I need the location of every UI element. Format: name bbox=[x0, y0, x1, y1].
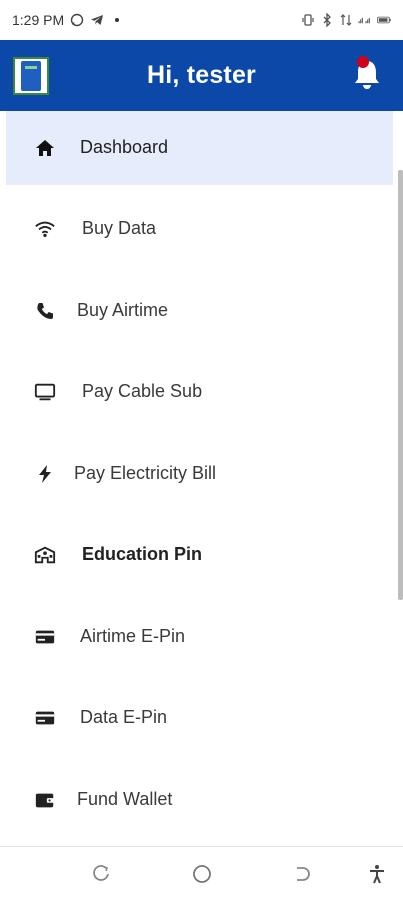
wallet-icon bbox=[34, 789, 56, 811]
card-icon bbox=[34, 707, 56, 729]
wifi-icon bbox=[34, 218, 56, 240]
accessibility-icon[interactable] bbox=[366, 863, 388, 885]
menu-label-buy-airtime: Buy Airtime bbox=[77, 300, 169, 320]
phone-icon bbox=[34, 300, 56, 322]
menu-item-pay-cable-sub[interactable]: Pay Cable Sub bbox=[6, 355, 393, 429]
telegram-icon bbox=[90, 13, 104, 27]
recents-icon[interactable] bbox=[90, 863, 112, 885]
battery-icon bbox=[377, 13, 391, 27]
status-bar: 1:29 PM bbox=[0, 0, 403, 40]
home-icon bbox=[34, 137, 56, 159]
system-navigation-bar bbox=[0, 846, 403, 900]
menu-item-data-e-pin[interactable]: Data E-Pin bbox=[6, 681, 393, 755]
notification-badge bbox=[357, 56, 369, 68]
bolt-icon bbox=[34, 463, 56, 485]
menu-item-education-pin[interactable]: Education Pin bbox=[6, 518, 393, 592]
vibrate-icon bbox=[301, 13, 315, 27]
menu-item-airtime-e-pin[interactable]: Airtime E-Pin bbox=[6, 600, 393, 674]
card-icon bbox=[34, 626, 56, 648]
menu-label-dashboard: Dashboard bbox=[80, 137, 169, 157]
monitor-icon bbox=[34, 381, 56, 403]
menu-label-buy-data: Buy Data bbox=[82, 218, 157, 238]
menu-item-dashboard[interactable]: Dashboard bbox=[6, 111, 393, 185]
menu-item-buy-airtime[interactable]: Buy Airtime bbox=[6, 274, 393, 348]
school-icon bbox=[34, 544, 56, 566]
menu-item-pay-electricity-bill[interactable]: Pay Electricity Bill bbox=[6, 437, 393, 511]
app-bar: Hi, tester bbox=[0, 40, 403, 111]
menu-label-data-e-pin: Data E-Pin bbox=[80, 707, 168, 727]
back-icon[interactable] bbox=[291, 863, 313, 885]
home-circle-icon[interactable] bbox=[191, 863, 213, 885]
status-time: 1:29 PM bbox=[12, 12, 65, 28]
menu-item-fund-wallet[interactable]: Fund Wallet bbox=[6, 763, 393, 837]
menu-label-pay-electricity-bill: Pay Electricity Bill bbox=[74, 463, 217, 483]
notification-dot bbox=[110, 13, 124, 27]
whatsapp-icon bbox=[70, 13, 84, 27]
bluetooth-icon bbox=[320, 13, 334, 27]
navigation-drawer: Dashboard Buy Data Buy Airtime Pay Cable… bbox=[0, 111, 403, 846]
app-logo[interactable] bbox=[13, 57, 49, 95]
menu-label-airtime-e-pin: Airtime E-Pin bbox=[80, 626, 186, 646]
menu-item-buy-data[interactable]: Buy Data bbox=[6, 192, 393, 266]
menu-label-pay-cable-sub: Pay Cable Sub bbox=[82, 381, 203, 401]
menu-label-education-pin: Education Pin bbox=[82, 544, 203, 564]
data-arrows-icon bbox=[339, 13, 353, 27]
signal-icon bbox=[358, 13, 372, 27]
drawer-scrollbar[interactable] bbox=[398, 170, 403, 600]
menu-label-fund-wallet: Fund Wallet bbox=[77, 789, 173, 809]
app-title: Hi, tester bbox=[147, 61, 256, 89]
